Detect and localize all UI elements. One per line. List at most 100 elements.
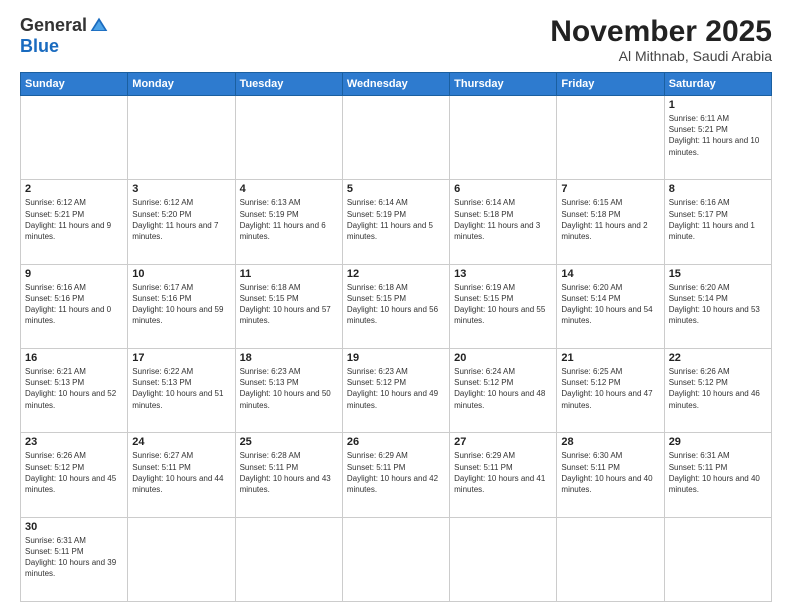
header-tuesday: Tuesday xyxy=(235,73,342,96)
day-15: 15 Sunrise: 6:20 AMSunset: 5:14 PMDaylig… xyxy=(664,264,771,348)
day-info-24: Sunrise: 6:27 AMSunset: 5:11 PMDaylight:… xyxy=(132,450,230,495)
calendar-row-3: 9 Sunrise: 6:16 AMSunset: 5:16 PMDayligh… xyxy=(21,264,772,348)
day-4: 4 Sunrise: 6:13 AMSunset: 5:19 PMDayligh… xyxy=(235,180,342,264)
header-thursday: Thursday xyxy=(450,73,557,96)
page: General Blue November 2025 Al Mithnab, S… xyxy=(0,0,792,612)
day-number-30: 30 xyxy=(25,521,123,533)
day-info-3: Sunrise: 6:12 AMSunset: 5:20 PMDaylight:… xyxy=(132,197,230,242)
day-number-21: 21 xyxy=(561,352,659,364)
calendar-table: Sunday Monday Tuesday Wednesday Thursday… xyxy=(20,72,772,602)
empty-cell xyxy=(342,96,449,180)
day-info-2: Sunrise: 6:12 AMSunset: 5:21 PMDaylight:… xyxy=(25,197,123,242)
day-23: 23 Sunrise: 6:26 AMSunset: 5:12 PMDaylig… xyxy=(21,433,128,517)
header: General Blue November 2025 Al Mithnab, S… xyxy=(20,15,772,64)
empty-cell xyxy=(235,96,342,180)
day-17: 17 Sunrise: 6:22 AMSunset: 5:13 PMDaylig… xyxy=(128,348,235,432)
day-info-21: Sunrise: 6:25 AMSunset: 5:12 PMDaylight:… xyxy=(561,366,659,411)
empty-cell xyxy=(450,96,557,180)
day-number-18: 18 xyxy=(240,352,338,364)
day-number-9: 9 xyxy=(25,268,123,280)
calendar-row-5: 23 Sunrise: 6:26 AMSunset: 5:12 PMDaylig… xyxy=(21,433,772,517)
day-18: 18 Sunrise: 6:23 AMSunset: 5:13 PMDaylig… xyxy=(235,348,342,432)
empty-cell xyxy=(450,517,557,601)
day-number-27: 27 xyxy=(454,436,552,448)
empty-cell xyxy=(128,96,235,180)
day-info-20: Sunrise: 6:24 AMSunset: 5:12 PMDaylight:… xyxy=(454,366,552,411)
calendar-row-1: 1 Sunrise: 6:11 AMSunset: 5:21 PMDayligh… xyxy=(21,96,772,180)
day-number-16: 16 xyxy=(25,352,123,364)
day-8: 8 Sunrise: 6:16 AMSunset: 5:17 PMDayligh… xyxy=(664,180,771,264)
day-30: 30 Sunrise: 6:31 AMSunset: 5:11 PMDaylig… xyxy=(21,517,128,601)
day-number-28: 28 xyxy=(561,436,659,448)
weekday-header-row: Sunday Monday Tuesday Wednesday Thursday… xyxy=(21,73,772,96)
day-11: 11 Sunrise: 6:18 AMSunset: 5:15 PMDaylig… xyxy=(235,264,342,348)
calendar-row-2: 2 Sunrise: 6:12 AMSunset: 5:21 PMDayligh… xyxy=(21,180,772,264)
logo: General Blue xyxy=(20,15,109,57)
day-19: 19 Sunrise: 6:23 AMSunset: 5:12 PMDaylig… xyxy=(342,348,449,432)
day-number-1: 1 xyxy=(669,99,767,111)
day-info-15: Sunrise: 6:20 AMSunset: 5:14 PMDaylight:… xyxy=(669,282,767,327)
day-number-4: 4 xyxy=(240,183,338,195)
day-number-3: 3 xyxy=(132,183,230,195)
day-number-22: 22 xyxy=(669,352,767,364)
day-number-17: 17 xyxy=(132,352,230,364)
empty-cell xyxy=(342,517,449,601)
calendar-row-4: 16 Sunrise: 6:21 AMSunset: 5:13 PMDaylig… xyxy=(21,348,772,432)
day-1: 1 Sunrise: 6:11 AMSunset: 5:21 PMDayligh… xyxy=(664,96,771,180)
day-number-15: 15 xyxy=(669,268,767,280)
day-number-25: 25 xyxy=(240,436,338,448)
empty-cell xyxy=(664,517,771,601)
day-info-12: Sunrise: 6:18 AMSunset: 5:15 PMDaylight:… xyxy=(347,282,445,327)
day-number-11: 11 xyxy=(240,268,338,280)
day-14: 14 Sunrise: 6:20 AMSunset: 5:14 PMDaylig… xyxy=(557,264,664,348)
day-info-18: Sunrise: 6:23 AMSunset: 5:13 PMDaylight:… xyxy=(240,366,338,411)
day-info-22: Sunrise: 6:26 AMSunset: 5:12 PMDaylight:… xyxy=(669,366,767,411)
day-27: 27 Sunrise: 6:29 AMSunset: 5:11 PMDaylig… xyxy=(450,433,557,517)
day-24: 24 Sunrise: 6:27 AMSunset: 5:11 PMDaylig… xyxy=(128,433,235,517)
empty-cell xyxy=(235,517,342,601)
day-info-30: Sunrise: 6:31 AMSunset: 5:11 PMDaylight:… xyxy=(25,535,123,580)
header-saturday: Saturday xyxy=(664,73,771,96)
logo-general-text: General xyxy=(20,15,87,36)
day-3: 3 Sunrise: 6:12 AMSunset: 5:20 PMDayligh… xyxy=(128,180,235,264)
header-sunday: Sunday xyxy=(21,73,128,96)
empty-cell xyxy=(557,517,664,601)
day-info-26: Sunrise: 6:29 AMSunset: 5:11 PMDaylight:… xyxy=(347,450,445,495)
logo-blue-text: Blue xyxy=(20,36,59,57)
day-info-28: Sunrise: 6:30 AMSunset: 5:11 PMDaylight:… xyxy=(561,450,659,495)
day-number-8: 8 xyxy=(669,183,767,195)
day-20: 20 Sunrise: 6:24 AMSunset: 5:12 PMDaylig… xyxy=(450,348,557,432)
calendar-row-6: 30 Sunrise: 6:31 AMSunset: 5:11 PMDaylig… xyxy=(21,517,772,601)
day-info-16: Sunrise: 6:21 AMSunset: 5:13 PMDaylight:… xyxy=(25,366,123,411)
day-10: 10 Sunrise: 6:17 AMSunset: 5:16 PMDaylig… xyxy=(128,264,235,348)
day-info-6: Sunrise: 6:14 AMSunset: 5:18 PMDaylight:… xyxy=(454,197,552,242)
day-22: 22 Sunrise: 6:26 AMSunset: 5:12 PMDaylig… xyxy=(664,348,771,432)
day-info-5: Sunrise: 6:14 AMSunset: 5:19 PMDaylight:… xyxy=(347,197,445,242)
day-info-4: Sunrise: 6:13 AMSunset: 5:19 PMDaylight:… xyxy=(240,197,338,242)
day-info-1: Sunrise: 6:11 AMSunset: 5:21 PMDaylight:… xyxy=(669,113,767,158)
day-info-13: Sunrise: 6:19 AMSunset: 5:15 PMDaylight:… xyxy=(454,282,552,327)
day-info-25: Sunrise: 6:28 AMSunset: 5:11 PMDaylight:… xyxy=(240,450,338,495)
day-number-10: 10 xyxy=(132,268,230,280)
day-number-6: 6 xyxy=(454,183,552,195)
empty-cell xyxy=(21,96,128,180)
day-number-26: 26 xyxy=(347,436,445,448)
day-number-19: 19 xyxy=(347,352,445,364)
header-friday: Friday xyxy=(557,73,664,96)
day-number-2: 2 xyxy=(25,183,123,195)
day-number-23: 23 xyxy=(25,436,123,448)
day-info-17: Sunrise: 6:22 AMSunset: 5:13 PMDaylight:… xyxy=(132,366,230,411)
day-number-5: 5 xyxy=(347,183,445,195)
day-13: 13 Sunrise: 6:19 AMSunset: 5:15 PMDaylig… xyxy=(450,264,557,348)
logo-text: General xyxy=(20,15,109,36)
day-21: 21 Sunrise: 6:25 AMSunset: 5:12 PMDaylig… xyxy=(557,348,664,432)
day-9: 9 Sunrise: 6:16 AMSunset: 5:16 PMDayligh… xyxy=(21,264,128,348)
day-info-27: Sunrise: 6:29 AMSunset: 5:11 PMDaylight:… xyxy=(454,450,552,495)
day-6: 6 Sunrise: 6:14 AMSunset: 5:18 PMDayligh… xyxy=(450,180,557,264)
day-info-10: Sunrise: 6:17 AMSunset: 5:16 PMDaylight:… xyxy=(132,282,230,327)
day-number-13: 13 xyxy=(454,268,552,280)
day-info-9: Sunrise: 6:16 AMSunset: 5:16 PMDaylight:… xyxy=(25,282,123,327)
day-info-23: Sunrise: 6:26 AMSunset: 5:12 PMDaylight:… xyxy=(25,450,123,495)
day-info-7: Sunrise: 6:15 AMSunset: 5:18 PMDaylight:… xyxy=(561,197,659,242)
location-subtitle: Al Mithnab, Saudi Arabia xyxy=(550,48,772,64)
